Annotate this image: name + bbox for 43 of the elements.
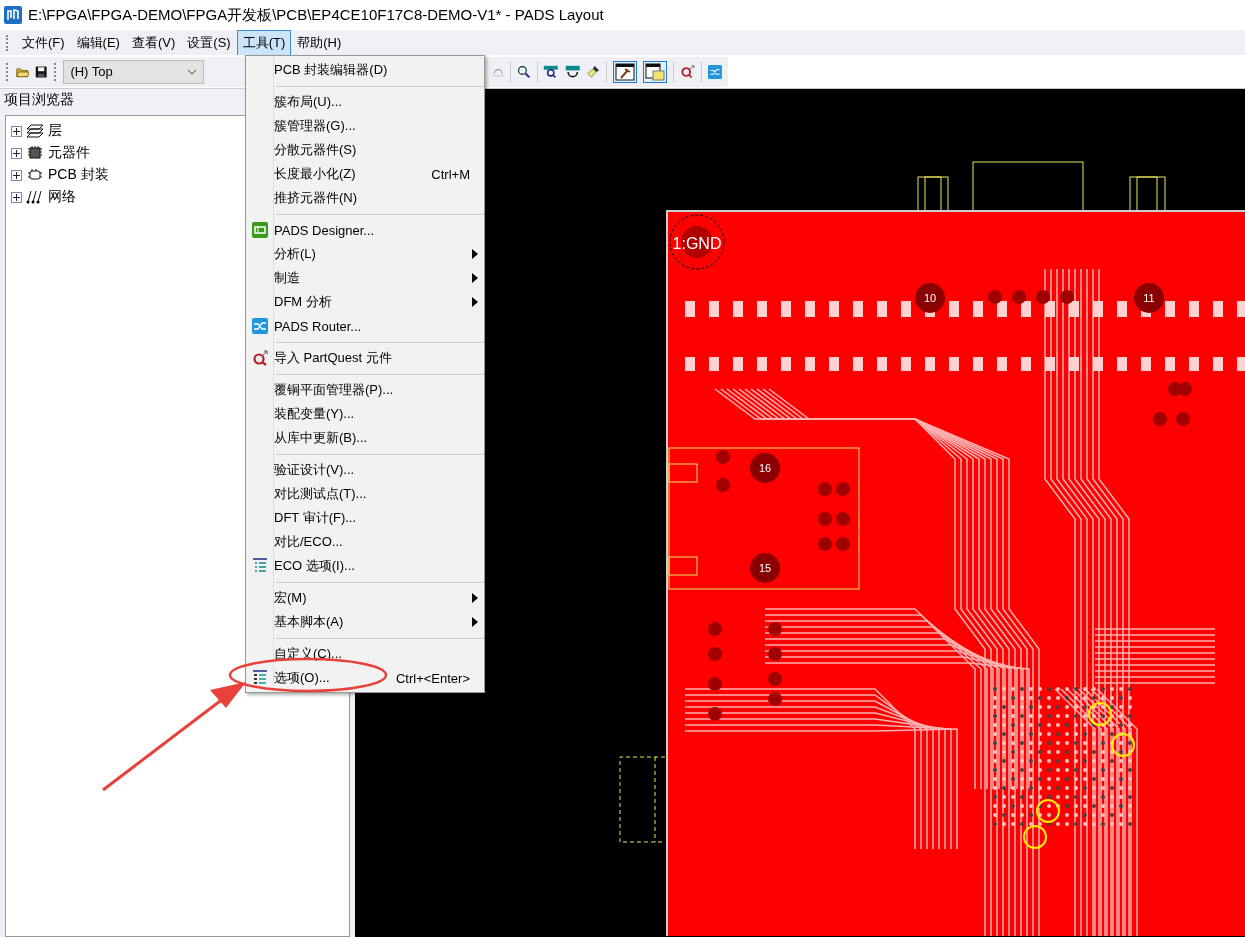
pad-label: 16 <box>758 462 772 474</box>
menu-item[interactable]: 查看(V) <box>125 29 182 56</box>
pad-label: 10 <box>923 292 937 304</box>
menu-item[interactable]: 导入 PartQuest 元件 <box>274 349 484 367</box>
menu-item[interactable]: 基本脚本(A) <box>274 613 472 631</box>
tree-item[interactable]: PCB 封装 <box>48 166 109 184</box>
menu-item[interactable]: 推挤元器件(N) <box>274 189 484 207</box>
menu-item[interactable]: 工具(T) <box>236 29 292 56</box>
menu-item[interactable]: 验证设计(V)... <box>274 461 484 479</box>
menu-item[interactable]: DFT 审计(F)... <box>274 509 484 527</box>
menu-item[interactable]: 装配变量(Y)... <box>274 405 484 423</box>
menu-item[interactable]: 对比测试点(T)... <box>274 485 484 503</box>
menu-item[interactable]: PADS Designer... <box>274 222 484 238</box>
menu-item[interactable]: 制造 <box>274 269 472 287</box>
menu-item[interactable]: 从库中更新(B)... <box>274 429 484 447</box>
menu-item[interactable]: 分散元器件(S) <box>274 141 484 159</box>
menu-item[interactable]: 长度最小化(Z) <box>274 165 432 183</box>
menu-item[interactable]: 编辑(E) <box>70 29 126 56</box>
menu-item[interactable]: 设置(S) <box>181 29 237 56</box>
menu-item[interactable]: 簇管理器(G)... <box>274 117 484 135</box>
pad-label: 1:GND <box>672 235 722 252</box>
pad-label: 11 <box>1143 292 1155 304</box>
shortcut-label: Ctrl+M <box>431 166 470 182</box>
shortcut-label: Ctrl+<Enter> <box>395 670 470 686</box>
menu-item[interactable]: 覆铜平面管理器(P)... <box>274 381 484 399</box>
tree-item[interactable]: 层 <box>48 122 62 140</box>
menu-item[interactable]: 对比/ECO... <box>274 533 484 551</box>
menu-item[interactable]: 文件(F) <box>16 29 71 56</box>
menu-item[interactable]: 分析(L) <box>274 245 472 263</box>
layer-dropdown[interactable]: (H) Top <box>63 59 205 84</box>
menu-item[interactable]: PADS Router... <box>274 318 484 334</box>
tree-item[interactable]: 网络 <box>48 188 76 206</box>
panel-title: 项目浏览器 <box>4 90 74 109</box>
tree-item[interactable]: 元器件 <box>48 144 90 162</box>
window-title: E:\FPGA\FPGA-DEMO\FPGA开发板\PCB\EP4CE10F17C8-DEMO-V1* - PADS Layout <box>28 5 604 25</box>
menu-item[interactable]: ECO 选项(I)... <box>274 557 484 575</box>
menu-item[interactable]: 选项(O)... <box>274 669 396 687</box>
menu-item[interactable]: PCB 封装编辑器(D) <box>274 61 484 79</box>
menu-item[interactable]: 帮助(H) <box>291 29 348 56</box>
menu-item[interactable]: 宏(M) <box>274 589 472 607</box>
menu-item[interactable]: 簇布局(U)... <box>274 93 484 111</box>
menu-item[interactable]: DFM 分析 <box>274 293 472 311</box>
pad-label: 15 <box>758 562 772 574</box>
